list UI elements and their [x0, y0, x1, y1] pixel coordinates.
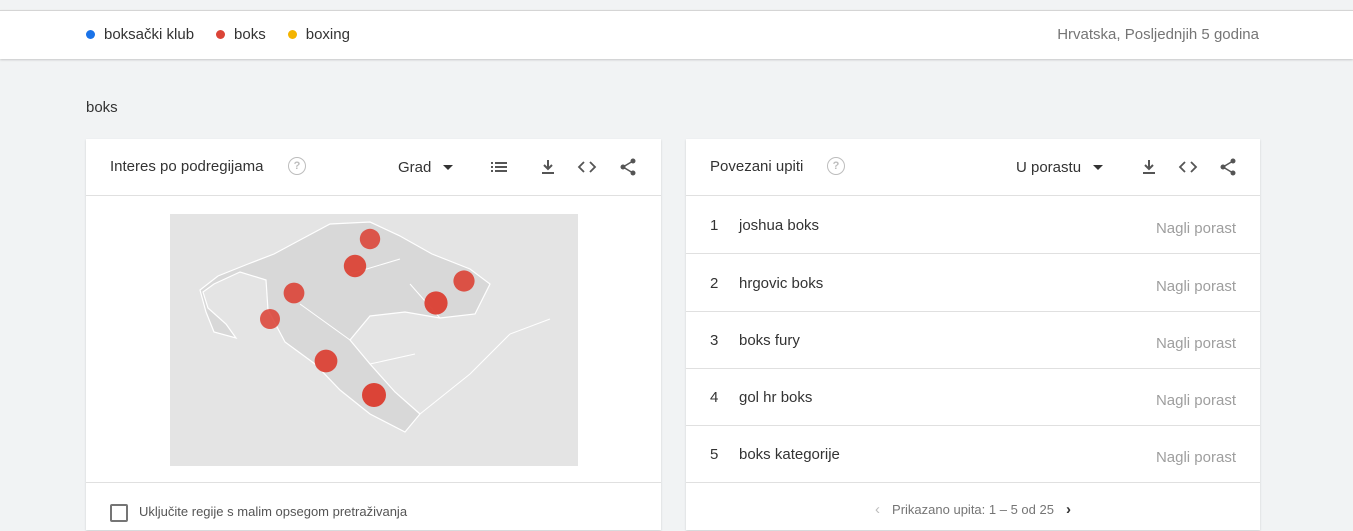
share-button[interactable] — [616, 155, 640, 179]
legend-label: boksački klub — [104, 26, 195, 43]
chevron-right-icon[interactable]: › — [1066, 501, 1071, 518]
map-marker-city-4[interactable] — [260, 309, 280, 329]
sort-dropdown[interactable]: U porastu — [1016, 155, 1104, 179]
card-title: Povezani upiti — [710, 158, 804, 175]
sort-label: U porastu — [1016, 158, 1082, 176]
query-term: gol hr boks — [739, 389, 813, 406]
embed-icon — [1178, 161, 1198, 173]
map-marker-city-5[interactable] — [453, 270, 475, 292]
pager-text: Prikazano upita: 1 – 5 od 25 — [892, 502, 1054, 517]
download-button[interactable] — [1137, 155, 1161, 179]
list-view-button[interactable] — [487, 155, 511, 179]
resolution-label: Grad — [398, 158, 432, 176]
map-marker-city-7[interactable] — [314, 349, 338, 373]
legend-label: boks — [234, 26, 266, 43]
embed-button[interactable] — [1176, 155, 1200, 179]
share-icon — [1220, 158, 1236, 176]
legend-item-boksacki-klub[interactable]: boksački klub — [86, 26, 194, 43]
legend-item-boxing[interactable]: boxing — [287, 26, 350, 43]
interest-by-subregion-card: Interes po podregijama ? Grad Uključite … — [86, 139, 661, 530]
query-row[interactable]: 4 gol hr boks Nagli porast — [686, 368, 1260, 426]
legend-label: boxing — [305, 26, 350, 43]
pagination: ‹ Prikazano upita: 1 – 5 od 25 › — [686, 482, 1260, 531]
related-queries-card: Povezani upiti ? U porastu 1 joshua boks — [686, 139, 1260, 530]
query-value: Nagli porast — [1155, 335, 1236, 352]
legend: boksački klub boks boxing — [86, 26, 372, 43]
query-rank: 4 — [710, 389, 719, 406]
map-marker-city-1[interactable] — [359, 228, 381, 250]
chevron-down-icon — [1093, 164, 1104, 170]
embed-button[interactable] — [575, 155, 599, 179]
filters-summary[interactable]: Hrvatska, Posljednjih 5 godina — [1057, 26, 1259, 43]
query-rank: 2 — [710, 275, 719, 292]
query-value: Nagli porast — [1155, 449, 1236, 466]
help-circle-icon[interactable]: ? — [288, 157, 306, 175]
low-volume-label[interactable]: Uključite regije s malim opsegom pretraž… — [139, 504, 407, 519]
legend-dot — [287, 30, 297, 39]
list-icon — [491, 162, 507, 172]
section-title: boks — [86, 99, 118, 116]
query-rank: 3 — [710, 332, 719, 349]
help-circle-icon[interactable]: ? — [827, 157, 845, 175]
legend-item-boks[interactable]: boks — [216, 26, 266, 43]
card-footer: Uključite regije s malim opsegom pretraž… — [86, 482, 661, 531]
query-row[interactable]: 1 joshua boks Nagli porast — [686, 196, 1260, 254]
map-marker-city-6[interactable] — [424, 291, 448, 315]
chevron-left-icon[interactable]: ‹ — [875, 501, 880, 518]
map-svg — [170, 214, 578, 466]
query-rank: 5 — [710, 446, 719, 463]
comparison-bar: boksački klub boks boxing Hrvatska, Posl… — [0, 10, 1353, 59]
query-term: boks fury — [739, 332, 800, 349]
chevron-down-icon — [443, 164, 454, 170]
map-marker-city-3[interactable] — [283, 282, 305, 304]
download-icon — [1143, 160, 1155, 174]
download-button[interactable] — [536, 155, 560, 179]
query-term: joshua boks — [739, 217, 820, 234]
embed-icon — [577, 161, 597, 173]
low-volume-checkbox[interactable] — [110, 504, 128, 522]
download-icon — [542, 160, 554, 174]
map-marker-city-8[interactable] — [362, 383, 386, 407]
query-value: Nagli porast — [1155, 392, 1236, 409]
query-row[interactable]: 2 hrgovic boks Nagli porast — [686, 254, 1260, 312]
resolution-dropdown[interactable]: Grad — [398, 155, 454, 179]
query-value: Nagli porast — [1155, 278, 1236, 295]
card-header: Povezani upiti ? U porastu — [686, 139, 1260, 196]
pager: ‹ Prikazano upita: 1 – 5 od 25 › — [686, 501, 1260, 518]
query-term: hrgovic boks — [739, 275, 824, 292]
query-rank: 1 — [710, 217, 719, 234]
share-button[interactable] — [1216, 155, 1240, 179]
query-value: Nagli porast — [1155, 220, 1236, 237]
card-header: Interes po podregijama ? Grad — [86, 139, 661, 196]
query-row[interactable]: 3 boks fury Nagli porast — [686, 311, 1260, 369]
card-title: Interes po podregijama — [110, 158, 264, 175]
query-row[interactable]: 5 boks kategorije Nagli porast — [686, 425, 1260, 483]
legend-dot — [86, 30, 95, 39]
query-term: boks kategorije — [739, 446, 840, 463]
legend-dot — [216, 30, 226, 39]
map-marker-city-2[interactable] — [343, 254, 367, 278]
share-icon — [620, 158, 636, 176]
region-map[interactable] — [170, 214, 578, 466]
